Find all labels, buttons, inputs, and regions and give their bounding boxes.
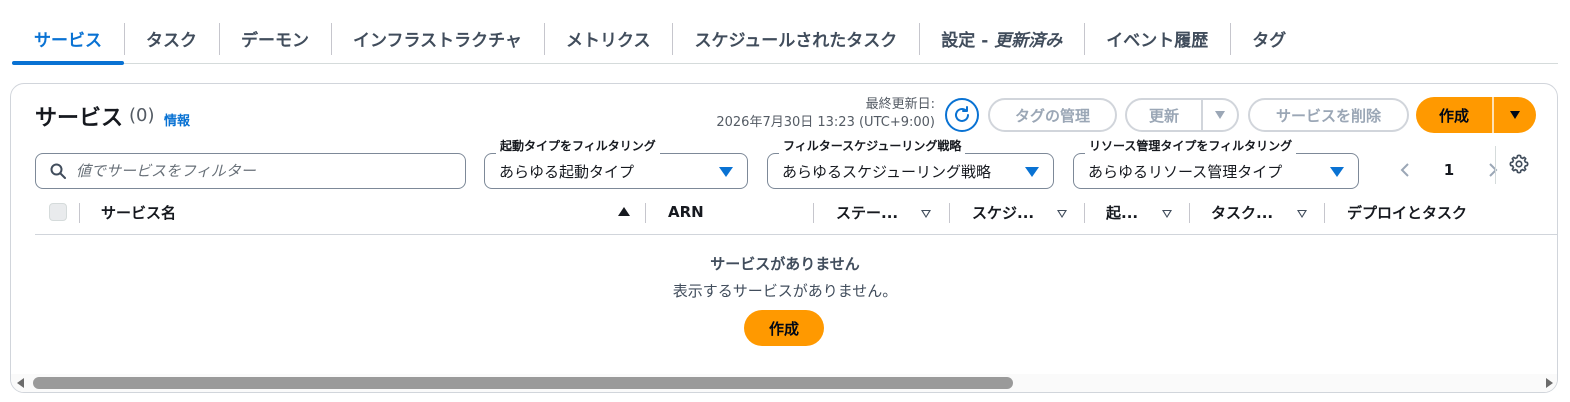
tab-label: 設定 - <box>941 31 995 51</box>
select-value: あらゆる起動タイプ <box>499 162 635 181</box>
sort-icon <box>921 210 931 218</box>
pagination: 1 <box>1399 155 1499 185</box>
create-button[interactable]: 作成 <box>1416 97 1492 133</box>
sort-icon <box>1297 210 1307 218</box>
chevron-left-icon[interactable] <box>1399 162 1411 178</box>
tab-tasks[interactable]: タスク <box>124 14 219 64</box>
column-header-service-name[interactable]: サービス名 <box>101 195 176 229</box>
caret-down-icon <box>1330 167 1344 177</box>
tab-scheduled-tasks[interactable]: スケジュールされたタスク <box>672 14 919 64</box>
tab-label: インフラストラクチャ <box>353 31 522 51</box>
chevron-right-icon[interactable] <box>1487 162 1499 178</box>
resource-type-select[interactable]: あらゆるリソース管理タイプ <box>1073 153 1359 189</box>
caret-down-icon <box>719 167 733 177</box>
column-divider <box>1084 203 1085 223</box>
refresh-icon <box>955 106 969 122</box>
tab-tags[interactable]: タグ <box>1230 14 1308 64</box>
caret-down-icon <box>1025 167 1039 177</box>
select-all-checkbox[interactable] <box>49 203 67 221</box>
empty-state-description: 表示するサービスがありません。 <box>672 282 898 300</box>
caret-down-icon <box>1215 111 1225 119</box>
last-updated-label: 最終更新日: <box>865 97 935 112</box>
column-divider <box>1324 203 1325 223</box>
scroll-right-icon[interactable] <box>1546 378 1553 388</box>
search-field <box>35 153 466 189</box>
update-button-group: 更新 <box>1125 98 1239 132</box>
button-divider <box>1492 97 1494 133</box>
column-header-arn[interactable]: ARN <box>668 195 704 229</box>
caret-down-icon <box>1510 111 1520 119</box>
tab-label: デーモン <box>241 31 309 51</box>
tab-infrastructure[interactable]: インフラストラクチャ <box>331 14 544 64</box>
tab-configuration[interactable]: 設定 - 更新済み <box>919 14 1084 64</box>
search-input[interactable] <box>76 162 456 180</box>
manage-tags-button[interactable]: タグの管理 <box>988 98 1117 132</box>
panel-title: サービス <box>35 106 124 131</box>
column-divider <box>813 203 814 223</box>
tab-label: メトリクス <box>565 31 651 51</box>
tab-services[interactable]: サービス <box>12 14 124 65</box>
gear-icon[interactable] <box>1508 153 1530 175</box>
filter-label: 起動タイプをフィルタリング <box>496 138 660 154</box>
table-header: サービス名 ARN ステー... スケジ... 起... タスク... デプロイ… <box>35 195 1557 235</box>
create-button-group: 作成 <box>1416 97 1536 133</box>
horizontal-scrollbar[interactable] <box>11 374 1557 392</box>
current-page[interactable]: 1 <box>1444 161 1454 179</box>
column-header-deployments[interactable]: デプロイとタスク <box>1347 195 1467 229</box>
tab-label: サービス <box>34 31 102 51</box>
divider <box>1495 146 1496 184</box>
last-updated: 最終更新日: 2026年7月30日 13:23 (UTC+9:00) <box>716 96 935 132</box>
select-value: あらゆるスケジューリング戦略 <box>782 162 991 181</box>
services-panel: サービス (0) 情報 最終更新日: 2026年7月30日 13:23 (UTC… <box>10 83 1558 393</box>
scheduling-strategy-select[interactable]: あらゆるスケジューリング戦略 <box>767 153 1054 189</box>
empty-state-title: サービスがありません <box>710 255 860 273</box>
launch-type-select[interactable]: あらゆる起動タイプ <box>484 153 748 189</box>
filter-label: フィルタースケジューリング戦略 <box>779 138 966 154</box>
scroll-left-icon[interactable] <box>17 378 24 388</box>
sort-icon <box>1057 210 1067 218</box>
tab-status-suffix: 更新済み <box>994 31 1063 51</box>
sort-ascending-icon <box>618 207 630 216</box>
column-divider <box>645 203 646 223</box>
create-dropdown-button[interactable] <box>1494 97 1536 133</box>
tab-label: スケジュールされたタスク <box>694 31 898 51</box>
tab-metrics[interactable]: メトリクス <box>543 14 673 64</box>
tab-label: タスク <box>146 31 197 51</box>
sort-icon <box>1162 210 1172 218</box>
column-header-status[interactable]: ステー... <box>836 195 898 229</box>
tab-event-history[interactable]: イベント履歴 <box>1084 14 1230 64</box>
filter-label: リソース管理タイプをフィルタリング <box>1085 138 1297 154</box>
column-divider <box>949 203 950 223</box>
empty-state-create-button[interactable]: 作成 <box>744 310 824 346</box>
update-button[interactable]: 更新 <box>1127 105 1201 126</box>
tab-bar: サービス タスク デーモン インフラストラクチャ メトリクス スケジュールされた… <box>12 14 1558 65</box>
refresh-button[interactable] <box>945 98 979 132</box>
tab-label: タグ <box>1252 31 1287 51</box>
column-header-launch-type[interactable]: 起... <box>1106 195 1138 229</box>
scrollbar-thumb[interactable] <box>33 377 1013 389</box>
search-icon <box>50 163 66 179</box>
tab-label: イベント履歴 <box>1106 31 1209 51</box>
select-value: あらゆるリソース管理タイプ <box>1088 162 1283 181</box>
column-header-scheduling[interactable]: スケジ... <box>972 195 1034 229</box>
column-divider <box>1189 203 1190 223</box>
last-updated-value: 2026年7月30日 13:23 (UTC+9:00) <box>716 115 935 130</box>
tab-daemons[interactable]: デーモン <box>219 14 331 64</box>
info-link[interactable]: 情報 <box>164 110 190 129</box>
column-divider <box>79 203 80 223</box>
update-dropdown-button[interactable] <box>1203 110 1237 120</box>
delete-service-button[interactable]: サービスを削除 <box>1248 98 1409 132</box>
column-header-tasks[interactable]: タスク... <box>1211 195 1273 229</box>
service-count: (0) <box>129 105 155 126</box>
